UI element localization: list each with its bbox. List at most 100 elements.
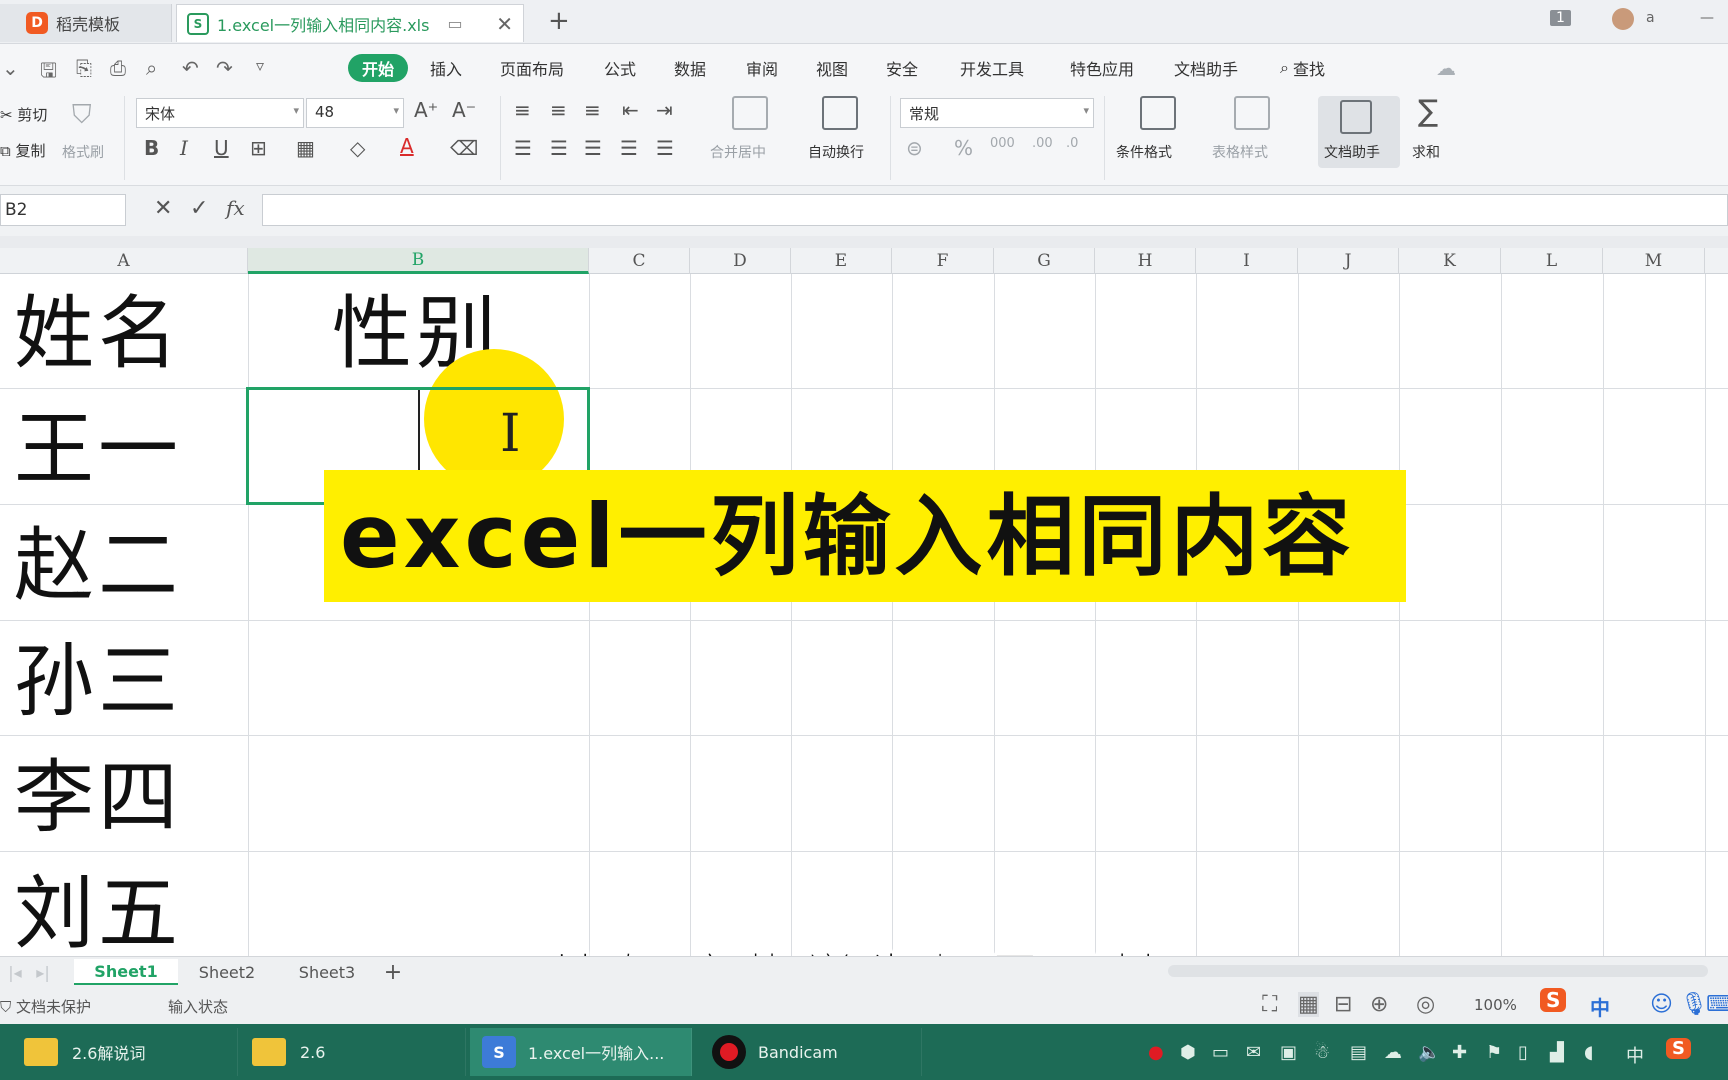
border-icon[interactable]: ⊞ (250, 136, 267, 160)
tab-template[interactable]: D 稻壳模板 (0, 4, 172, 42)
font-size-select[interactable]: 48 (306, 98, 404, 128)
confirm-icon[interactable]: ✓ (190, 196, 208, 221)
justify-icon[interactable]: ☰ (620, 136, 638, 160)
taskbar-item[interactable]: Bandicam (700, 1028, 922, 1076)
volume-icon[interactable]: 🔈 (1418, 1042, 1440, 1063)
normal-view-icon[interactable]: ▦ (1298, 992, 1319, 1017)
page-break-view-icon[interactable]: ⊟ (1334, 992, 1352, 1017)
ime-mode[interactable]: 中 (1590, 992, 1610, 1021)
tab-doc-helper[interactable]: 文档助手 (1174, 54, 1238, 82)
customize-icon[interactable]: ▿ (256, 56, 264, 75)
taskbar-item[interactable]: 2.6解说词 (12, 1028, 238, 1076)
tab-review[interactable]: 审阅 (746, 54, 778, 82)
indent-decrease-icon[interactable]: ⇤ (622, 98, 639, 122)
sum-button[interactable]: 求和 (1412, 142, 1440, 162)
align-right-icon[interactable]: ☰ (584, 136, 602, 160)
italic-button[interactable]: I (180, 136, 188, 160)
tab-sheet1[interactable]: Sheet1 (74, 959, 178, 985)
save-icon[interactable]: 🖫 (40, 56, 57, 90)
cell-name[interactable]: 刘五 (14, 874, 182, 954)
table-style-button[interactable]: 表格样式 (1212, 142, 1268, 162)
print-icon[interactable]: ⎙ (110, 56, 126, 80)
tab-data[interactable]: 数据 (674, 54, 706, 82)
minimize-icon[interactable]: — (1700, 10, 1714, 26)
cell-name[interactable]: 王一 (14, 410, 182, 490)
percent-button[interactable]: % (954, 136, 973, 160)
avatar[interactable] (1612, 8, 1634, 30)
cell-name[interactable]: 孙三 (14, 642, 182, 722)
fullscreen-icon[interactable]: ⛶ (1262, 992, 1277, 1017)
flag-icon[interactable]: ⚑ (1486, 1042, 1502, 1063)
window-count-badge[interactable]: 1 (1550, 10, 1571, 26)
cell-grid[interactable]: 姓名 性别 王一 赵二 孙三 李四 刘五 I excel一列输入相同内容 比如这… (0, 274, 1728, 956)
fill-color-icon[interactable]: ◇ (350, 136, 365, 160)
tab-page-layout[interactable]: 页面布局 (500, 54, 564, 82)
tab-security[interactable]: 安全 (886, 54, 918, 82)
sogou-tray-icon[interactable]: S (1666, 1038, 1691, 1059)
distribute-icon[interactable]: ☰ (656, 136, 674, 160)
taskbar-item[interactable]: 2.6 (240, 1028, 466, 1076)
tab-formula[interactable]: 公式 (604, 54, 636, 82)
tab-home[interactable]: 开始 (348, 54, 409, 82)
font-name-select[interactable]: 宋体 (136, 98, 304, 128)
column-header-b[interactable]: B (248, 248, 589, 274)
column-header-h[interactable]: H (1095, 248, 1196, 274)
font-color-icon[interactable]: A (400, 134, 414, 158)
preview-icon[interactable]: ⌕ (146, 56, 157, 80)
new-tab-button[interactable]: + (548, 6, 570, 36)
name-box[interactable]: B2 (0, 194, 126, 226)
eraser-icon[interactable]: ⌫ (450, 136, 478, 160)
cell-name[interactable]: 赵二 (14, 526, 182, 606)
tray-security-icon[interactable]: ✚ (1452, 1042, 1467, 1063)
undo-icon[interactable]: ↶ (182, 56, 199, 80)
column-header-k[interactable]: K (1399, 248, 1501, 274)
currency-icon[interactable]: ⊜ (906, 136, 923, 160)
format-icon[interactable]: ⎘ (76, 56, 92, 80)
column-header-j[interactable]: J (1298, 248, 1399, 274)
close-tab-icon[interactable]: ✕ (496, 12, 513, 36)
grow-font-icon[interactable]: A⁺ (414, 98, 438, 122)
redo-icon[interactable]: ↷ (216, 56, 233, 80)
network-icon[interactable]: ▟ (1550, 1042, 1564, 1063)
merge-center-button[interactable]: 合并居中 (710, 142, 766, 162)
decrease-decimal-icon[interactable]: .0 (1066, 136, 1078, 151)
reading-mode-icon[interactable]: ⊕ (1370, 992, 1388, 1017)
column-header-g[interactable]: G (994, 248, 1095, 274)
taskbar-ime-mode[interactable]: 中 (1626, 1042, 1644, 1068)
tray-screen-icon[interactable]: ▭ (1212, 1042, 1229, 1063)
prev-sheet-icon[interactable]: |◂ (4, 959, 26, 985)
column-header-f[interactable]: F (892, 248, 994, 274)
sogou-ime-icon[interactable]: S (1540, 988, 1567, 1012)
indent-increase-icon[interactable]: ⇥ (656, 98, 673, 122)
cancel-icon[interactable]: ✕ (154, 196, 172, 221)
align-top-icon[interactable]: ≡ (514, 98, 531, 122)
tab-sheet2[interactable]: Sheet2 (178, 959, 276, 985)
underline-button[interactable]: U (214, 136, 229, 160)
emoji-icon[interactable]: ☺ (1650, 992, 1673, 1017)
next-sheet-icon[interactable]: ▸| (32, 959, 54, 985)
tab-special[interactable]: 特色应用 (1070, 54, 1134, 82)
qq-icon[interactable]: ☃ (1314, 1042, 1330, 1063)
microphone-icon[interactable]: 🎙 (1680, 992, 1708, 1017)
zoom-level[interactable]: 100% (1474, 996, 1517, 1014)
chevron-down-icon[interactable]: ⌄ (2, 56, 19, 80)
number-format-select[interactable]: 常规 (900, 98, 1094, 128)
tab-developer[interactable]: 开发工具 (960, 54, 1024, 82)
doc-helper-button[interactable]: 文档助手 (1318, 96, 1400, 168)
formula-input[interactable] (262, 194, 1728, 226)
pin-icon[interactable]: ▭ (447, 14, 462, 33)
search-command[interactable]: ⌕ 查找 (1280, 54, 1325, 82)
fill-pattern-icon[interactable]: ▦ (296, 136, 315, 160)
copy-button[interactable]: ⧉ 复制 (0, 140, 46, 161)
align-left-icon[interactable]: ☰ (514, 136, 532, 160)
bold-button[interactable]: B (144, 136, 159, 160)
cloud-icon[interactable]: ☁ (1436, 56, 1456, 80)
thousands-icon[interactable]: 000 (990, 136, 1015, 151)
tab-sheet3[interactable]: Sheet3 (278, 959, 376, 985)
tray-window-icon[interactable]: ▣ (1280, 1042, 1297, 1063)
record-status-icon[interactable]: ● (1148, 1042, 1164, 1063)
column-header-d[interactable]: D (690, 248, 791, 274)
format-painter-button[interactable]: 格式刷 (62, 142, 104, 162)
cell-name[interactable]: 李四 (14, 758, 182, 838)
shrink-font-icon[interactable]: A⁻ (452, 98, 476, 122)
